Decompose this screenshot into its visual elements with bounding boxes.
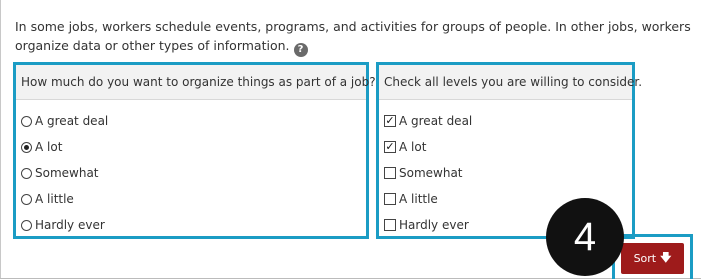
checkbox-option-somewhat[interactable]: Somewhat: [379, 160, 632, 186]
intro-text: In some jobs, workers schedule events, p…: [15, 19, 691, 53]
importance-question-heading: How much do you want to organize things …: [16, 65, 376, 100]
checkbox-option-a-lot[interactable]: ✓ A lot: [379, 134, 632, 160]
checkbox[interactable]: [384, 167, 396, 179]
checkbox-label: A great deal: [399, 114, 473, 128]
step-number-badge: 4: [546, 198, 624, 276]
radio-option-hardly-ever[interactable]: Hardly ever: [16, 212, 366, 238]
checkbox-label: Somewhat: [399, 166, 463, 180]
radio-button[interactable]: [21, 115, 32, 127]
question-intro: In some jobs, workers schedule events, p…: [15, 17, 695, 57]
radio-label: Somewhat: [35, 166, 99, 180]
sort-button-highlight: Sort 🡇: [612, 234, 693, 279]
importance-options: A great deal A lot Somewhat A little Har…: [16, 108, 366, 238]
importance-radio-panel: How much do you want to organize things …: [13, 62, 376, 239]
radio-option-somewhat[interactable]: Somewhat: [16, 160, 366, 186]
radio-label: A lot: [35, 140, 63, 154]
radio-label: A great deal: [35, 114, 109, 128]
radio-option-a-little[interactable]: A little: [16, 186, 366, 212]
radio-button[interactable]: [21, 219, 32, 231]
checkbox-label: A lot: [399, 140, 427, 154]
radio-option-a-lot[interactable]: A lot: [16, 134, 366, 160]
radio-button[interactable]: [21, 193, 32, 205]
radio-button-selected[interactable]: [21, 141, 32, 153]
question-circle-icon[interactable]: ?: [293, 43, 308, 57]
checkbox-label: Hardly ever: [399, 218, 469, 232]
radio-button[interactable]: [21, 167, 32, 179]
radio-label: A little: [35, 192, 74, 206]
arrow-down-icon: 🡇: [660, 251, 672, 264]
levels-question-heading: Check all levels you are willing to cons…: [379, 65, 642, 100]
checkbox[interactable]: [384, 219, 396, 231]
sort-button[interactable]: Sort 🡇: [621, 243, 684, 274]
checkbox-checked[interactable]: ✓: [384, 115, 396, 127]
sort-button-label: Sort: [633, 252, 657, 265]
checkbox-label: A little: [399, 192, 438, 206]
checkbox-option-a-great-deal[interactable]: ✓ A great deal: [379, 108, 632, 134]
checkbox[interactable]: [384, 193, 396, 205]
checkbox-checked[interactable]: ✓: [384, 141, 396, 153]
radio-label: Hardly ever: [35, 218, 105, 232]
radio-option-a-great-deal[interactable]: A great deal: [16, 108, 366, 134]
